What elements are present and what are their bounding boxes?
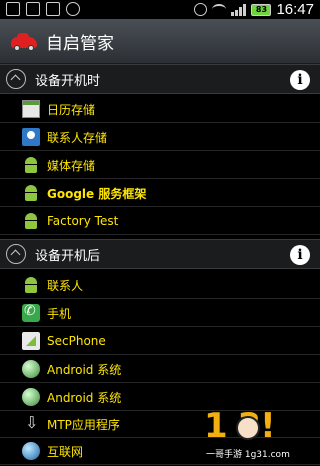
- clock: 16:47: [276, 1, 314, 18]
- list-item-android-system-1[interactable]: Android 系统: [0, 356, 320, 383]
- list-item-label: Android 系统: [47, 390, 122, 405]
- info-icon[interactable]: i: [290, 70, 310, 90]
- battery-icon: 83: [251, 3, 272, 16]
- list-item-label: 媒体存储: [47, 158, 96, 173]
- red-car-icon: [9, 31, 39, 51]
- list-item-label: MTP应用程序: [47, 417, 120, 432]
- wifi-icon: [212, 4, 227, 15]
- list-item-label: 手机: [47, 306, 72, 321]
- sync-notification-icon: [66, 2, 80, 16]
- list-item-calendar-storage[interactable]: 日历存储: [0, 96, 320, 123]
- app-title-bar: 自启管家: [0, 19, 320, 64]
- list-item-contacts-storage[interactable]: 联系人存储: [0, 124, 320, 151]
- internet-icon: [22, 442, 40, 460]
- list-item-google-services[interactable]: Google 服务框架: [0, 180, 320, 207]
- list-item-label: 联系人: [47, 278, 84, 293]
- globe-icon: [22, 388, 40, 406]
- android-icon: [22, 212, 40, 230]
- calendar-storage-icon: [22, 100, 40, 118]
- collapse-chevron-icon[interactable]: [6, 69, 26, 89]
- image-notification-icon: [46, 2, 60, 16]
- signal-strength-icon: [231, 3, 247, 16]
- notification-app-icon: [6, 2, 20, 16]
- globe-icon: [22, 360, 40, 378]
- watermark-caption: 一哥手游 1g31.com: [206, 447, 290, 460]
- list-item-label: 联系人存储: [47, 130, 108, 145]
- list-item-contacts[interactable]: 联系人: [0, 272, 320, 299]
- android-icon: [22, 184, 40, 202]
- system-indicators: 83 16:47: [194, 1, 314, 18]
- contacts-storage-icon: [22, 128, 40, 146]
- secphone-icon: [22, 332, 40, 350]
- list-item-label: SecPhone: [47, 334, 106, 348]
- info-icon[interactable]: i: [290, 245, 310, 265]
- app-title: 自启管家: [46, 33, 114, 54]
- collapse-chevron-icon[interactable]: [6, 244, 26, 264]
- section-label: 设备开机后: [35, 248, 101, 264]
- android-icon: [22, 276, 40, 294]
- watermark-face-icon: [236, 416, 260, 440]
- section-label: 设备开机时: [35, 73, 101, 89]
- list-item-label: Factory Test: [47, 214, 119, 228]
- list-item-media-storage[interactable]: 媒体存储: [0, 152, 320, 179]
- list-item-label: 互联网: [47, 444, 84, 459]
- list-item-label: Android 系统: [47, 362, 122, 377]
- usb-notification-icon: [26, 2, 40, 16]
- android-icon: [22, 156, 40, 174]
- list-item-factory-test[interactable]: Factory Test: [0, 208, 320, 235]
- list-item-label: Google 服务框架: [47, 186, 147, 201]
- alarm-icon: [194, 3, 208, 16]
- section-header-after-boot[interactable]: 设备开机后 i: [0, 239, 320, 269]
- notification-icons: [6, 2, 80, 16]
- site-watermark: 1 3! 一哥手游 1g31.com: [200, 406, 316, 462]
- section-header-boot[interactable]: 设备开机时 i: [0, 64, 320, 94]
- status-bar: 83 16:47: [0, 0, 320, 19]
- list-item-phone[interactable]: 手机: [0, 300, 320, 327]
- list-item-label: 日历存储: [47, 102, 96, 117]
- usb-icon: [22, 413, 40, 433]
- list-item-secphone[interactable]: SecPhone: [0, 328, 320, 355]
- phone-icon: [22, 303, 40, 322]
